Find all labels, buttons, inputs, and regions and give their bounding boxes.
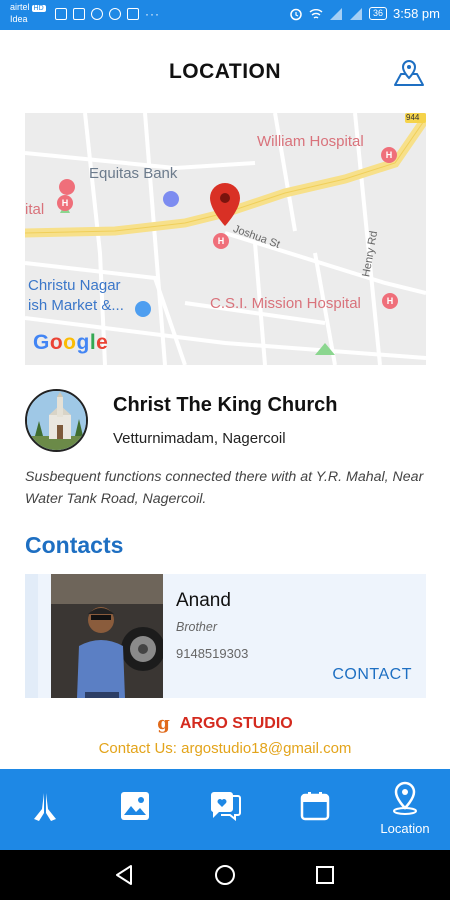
notification-icons: ··· [55, 8, 160, 20]
card-accent [25, 574, 38, 698]
page-title: LOCATION [168, 60, 282, 83]
studio-contact-link[interactable]: Contact Us: argostudio18@gmail.com [0, 740, 450, 757]
nav-item-wishes[interactable] [180, 769, 270, 850]
contact-phone[interactable]: 9148519303 [176, 646, 248, 661]
more-notifications-icon: ··· [145, 7, 160, 21]
signal-icon [330, 7, 342, 20]
google-logo: Google [33, 331, 109, 354]
hd-badge: HD [31, 5, 46, 12]
signal-icon-2 [350, 7, 362, 20]
carrier-info: airtel HD Idea [10, 2, 46, 24]
map-label-road-number: 944 [406, 113, 420, 122]
clock: 3:58 pm [393, 6, 440, 21]
map-label-csi-hospital: C.S.I. Mission Hospital [210, 295, 361, 312]
back-icon[interactable] [113, 863, 137, 887]
wifi-icon [309, 8, 323, 19]
carrier-secondary: Idea [10, 14, 28, 24]
status-right: 36 3:58 pm [289, 6, 440, 21]
studio-credit: g ARGO STUDIO [0, 713, 450, 734]
church-image [27, 391, 86, 450]
contact-photo [51, 574, 163, 698]
carrier-primary: airtel [10, 2, 30, 12]
nav-label-location: Location [380, 821, 430, 836]
nav-item-location[interactable]: Location [360, 769, 450, 850]
studio-name: ARGO STUDIO [179, 714, 293, 732]
svg-text:H: H [386, 150, 393, 160]
contact-button[interactable]: CONTACT [332, 666, 412, 684]
map-pin-icon[interactable] [392, 58, 426, 88]
contacts-heading: Contacts [25, 532, 124, 558]
contact-photo-image [51, 574, 163, 698]
praying-hands-icon [34, 793, 56, 821]
gallery-notification-icon [55, 8, 67, 20]
svg-text:H: H [387, 296, 394, 306]
event-description: Susbequent functions connected there wit… [25, 469, 424, 507]
usb-notification-icon [73, 8, 85, 20]
contact-name: Anand [176, 590, 231, 611]
calendar-icon [300, 792, 330, 821]
church-avatar [25, 389, 88, 452]
svg-text:H: H [62, 198, 69, 208]
location-map[interactable]: HHHH William Hospital Equitas Bank ital … [25, 113, 426, 365]
alarm-icon [290, 8, 302, 20]
svg-text:H: H [218, 236, 225, 246]
contact-card: Anand Brother 9148519303 CONTACT [25, 574, 426, 698]
nav-item-prayer[interactable] [0, 769, 90, 850]
nav-item-events[interactable] [270, 769, 360, 850]
chat-heart-icon [210, 792, 241, 821]
contact-relation: Brother [176, 620, 217, 634]
gallery-icon [121, 792, 149, 820]
church-location: Vetturnimadam, Nagercoil [113, 430, 286, 447]
battery-icon: 36 [369, 7, 388, 20]
church-name: Christ The King Church [113, 394, 338, 416]
recents-icon[interactable] [313, 863, 337, 887]
app-header: LOCATION [0, 30, 450, 116]
studio-logo-icon: g [157, 713, 170, 734]
map-label-christu-nagar: Christu Nagar [28, 277, 121, 294]
map-label-fish-market: ish Market &... [28, 297, 124, 314]
bottom-navigation: Location [0, 769, 450, 850]
whatsapp-notification-icon [91, 8, 103, 20]
home-icon[interactable] [213, 863, 237, 887]
location-pin-icon [393, 781, 417, 815]
nav-item-gallery[interactable] [90, 769, 180, 850]
map-label-equitas-bank: Equitas Bank [89, 165, 178, 182]
map-label-william-hospital: William Hospital [257, 133, 364, 150]
map-label-hospital-left: ital [25, 201, 45, 218]
message-notification-icon [109, 8, 121, 20]
status-bar: airtel HD Idea ··· 36 3:58 pm [0, 0, 450, 30]
mail-notification-icon [127, 8, 139, 20]
system-navigation [0, 850, 450, 900]
